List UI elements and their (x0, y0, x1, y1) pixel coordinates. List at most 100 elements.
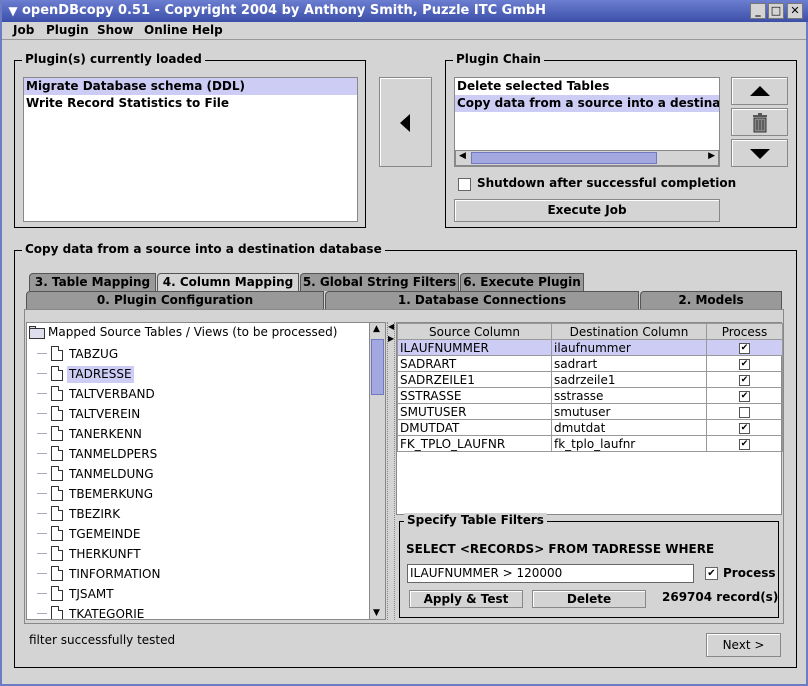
list-item[interactable]: Write Record Statistics to File (24, 95, 357, 112)
tree-root-label[interactable]: Mapped Source Tables / Views (to be proc… (48, 325, 337, 339)
list-item[interactable]: Delete selected Tables (455, 78, 719, 95)
destination-column-cell[interactable]: sadrzeile1 (551, 371, 707, 388)
tab-database-connections[interactable]: 1. Database Connections (325, 291, 639, 309)
tree-item[interactable]: TALTVERBAND (67, 386, 157, 403)
process-checkbox[interactable]: ✔ (739, 342, 750, 354)
process-checkbox[interactable]: ✔ (739, 358, 750, 370)
remove-plugin-button[interactable] (731, 108, 788, 136)
next-button[interactable]: Next > (706, 633, 781, 657)
tab-models[interactable]: 2. Models (640, 291, 782, 309)
table-row[interactable]: SSTRASSE sstrasse ✔ (397, 387, 783, 404)
scroll-left-icon[interactable]: ◀ (459, 151, 466, 161)
window-title: openDBcopy 0.51 - Copyright 2004 by Anth… (22, 3, 547, 18)
tab-column-mapping[interactable]: 4. Column Mapping (157, 273, 299, 291)
menu-online-help[interactable]: Online Help (144, 23, 223, 37)
menu-job[interactable]: Job (13, 23, 34, 37)
header-process[interactable]: Process (706, 323, 783, 340)
list-item[interactable]: Migrate Database schema (DDL) (24, 78, 357, 95)
collapse-right-icon[interactable]: ▶ (388, 334, 394, 343)
tab-table-mapping[interactable]: 3. Table Mapping (29, 273, 156, 291)
delete-filter-button[interactable]: Delete (532, 590, 646, 608)
table-row[interactable]: SADRZEILE1 sadrzeile1 ✔ (397, 371, 783, 388)
scroll-down-icon[interactable]: ▼ (373, 608, 380, 618)
source-column-cell[interactable]: DMUTDAT (397, 419, 552, 436)
process-checkbox[interactable]: ✔ (739, 390, 750, 402)
process-checkbox[interactable]: ✔ (739, 438, 750, 450)
plugins-loaded-title: Plugin(s) currently loaded (22, 52, 205, 66)
horizontal-scrollbar[interactable]: ◀ ▶ (455, 150, 719, 166)
move-up-button[interactable] (731, 77, 788, 105)
source-column-cell[interactable]: SMUTUSER (397, 403, 552, 420)
table-row[interactable]: FK_TPLO_LAUFNR fk_tplo_laufnr ✔ (397, 435, 783, 452)
process-checkbox[interactable]: ✔ (739, 374, 750, 386)
filter-process-checkbox[interactable]: ✔ (705, 567, 718, 580)
destination-column-cell[interactable]: fk_tplo_laufnr (551, 435, 707, 452)
document-icon (51, 466, 63, 481)
process-cell: ✔ (706, 419, 783, 436)
tree-item[interactable]: TALTVEREIN (67, 406, 142, 423)
table-row[interactable]: DMUTDAT dmutdat ✔ (397, 419, 783, 436)
tree-item[interactable]: THERKUNFT (67, 546, 143, 563)
tree-item[interactable]: TKATEGORIE (67, 606, 146, 619)
add-plugin-button[interactable] (379, 77, 432, 167)
tree-item[interactable]: TABZUG (67, 346, 120, 363)
destination-column-cell[interactable]: smutuser (551, 403, 707, 420)
tree-item[interactable]: TANMELDPERS (67, 446, 159, 463)
tree-item[interactable]: TANMELDUNG (67, 466, 156, 483)
table-row[interactable]: SADRART sadrart ✔ (397, 355, 783, 372)
menu-show[interactable]: Show (97, 23, 134, 37)
scroll-thumb[interactable] (371, 339, 384, 395)
process-checkbox[interactable]: ✔ (739, 422, 750, 434)
apply-test-button[interactable]: Apply & Test (409, 590, 523, 608)
source-column-cell[interactable]: SSTRASSE (397, 387, 552, 404)
table-row[interactable]: SMUTUSER smutuser (397, 403, 783, 420)
tab-execute-plugin[interactable]: 6. Execute Plugin (460, 273, 584, 291)
header-destination-column[interactable]: Destination Column (551, 323, 707, 340)
plugin-chain-list[interactable]: Delete selected Tables Copy data from a … (454, 77, 720, 167)
document-icon (51, 486, 63, 501)
destination-column-cell[interactable]: sadrart (551, 355, 707, 372)
destination-column-cell[interactable]: sstrasse (551, 387, 707, 404)
scroll-up-icon[interactable]: ▲ (373, 324, 380, 334)
window-menu-icon[interactable]: ▼ (5, 3, 21, 19)
tree-item[interactable]: TANERKENN (67, 426, 144, 443)
menu-plugin[interactable]: Plugin (46, 23, 89, 37)
document-icon (51, 586, 63, 601)
header-source-column[interactable]: Source Column (397, 323, 552, 340)
tree-item[interactable]: TBEMERKUNG (67, 486, 155, 503)
execute-job-button[interactable]: Execute Job (454, 199, 720, 222)
maximize-button[interactable]: □ (768, 3, 784, 19)
tree-vertical-scrollbar[interactable]: ▲ ▼ (369, 323, 385, 619)
move-down-button[interactable] (731, 139, 788, 167)
source-column-cell[interactable]: ILAUFNUMMER (397, 339, 552, 356)
table-filters-title: Specify Table Filters (404, 513, 547, 527)
source-tables-tree[interactable]: Mapped Source Tables / Views (to be proc… (26, 322, 386, 620)
list-item[interactable]: Copy data from a source into a destinati… (455, 95, 719, 112)
tree-item[interactable]: TBEZIRK (67, 506, 122, 523)
scroll-right-icon[interactable]: ▶ (708, 151, 715, 161)
tree-item[interactable]: TJSAMT (67, 586, 116, 603)
filter-input[interactable]: ILAUFNUMMER > 120000 (407, 564, 694, 583)
minimize-button[interactable]: _ (750, 3, 766, 19)
destination-column-cell[interactable]: ilaufnummer (551, 339, 707, 356)
source-column-cell[interactable]: FK_TPLO_LAUFNR (397, 435, 552, 452)
shutdown-checkbox[interactable] (458, 178, 471, 191)
source-column-cell[interactable]: SADRZEILE1 (397, 371, 552, 388)
split-pane-divider[interactable]: ◀ ▶ (387, 322, 395, 620)
tree-connector (37, 353, 47, 354)
tab-plugin-configuration[interactable]: 0. Plugin Configuration (26, 291, 324, 309)
source-column-cell[interactable]: SADRART (397, 355, 552, 372)
plugins-loaded-list[interactable]: Migrate Database schema (DDL) Write Reco… (23, 77, 358, 222)
close-button[interactable]: ✕ (787, 3, 803, 19)
tree-item[interactable]: TINFORMATION (67, 566, 162, 583)
tree-item[interactable]: TGEMEINDE (67, 526, 142, 543)
process-cell: ✔ (706, 435, 783, 452)
process-checkbox[interactable] (739, 406, 750, 418)
collapse-left-icon[interactable]: ◀ (388, 322, 394, 331)
table-row[interactable]: ILAUFNUMMER ilaufnummer ✔ (397, 339, 783, 356)
document-icon (51, 526, 63, 541)
tree-item[interactable]: TADRESSE (67, 366, 134, 383)
destination-column-cell[interactable]: dmutdat (551, 419, 707, 436)
tab-global-string-filters[interactable]: 5. Global String Filters (300, 273, 459, 291)
scroll-thumb[interactable] (471, 152, 657, 164)
